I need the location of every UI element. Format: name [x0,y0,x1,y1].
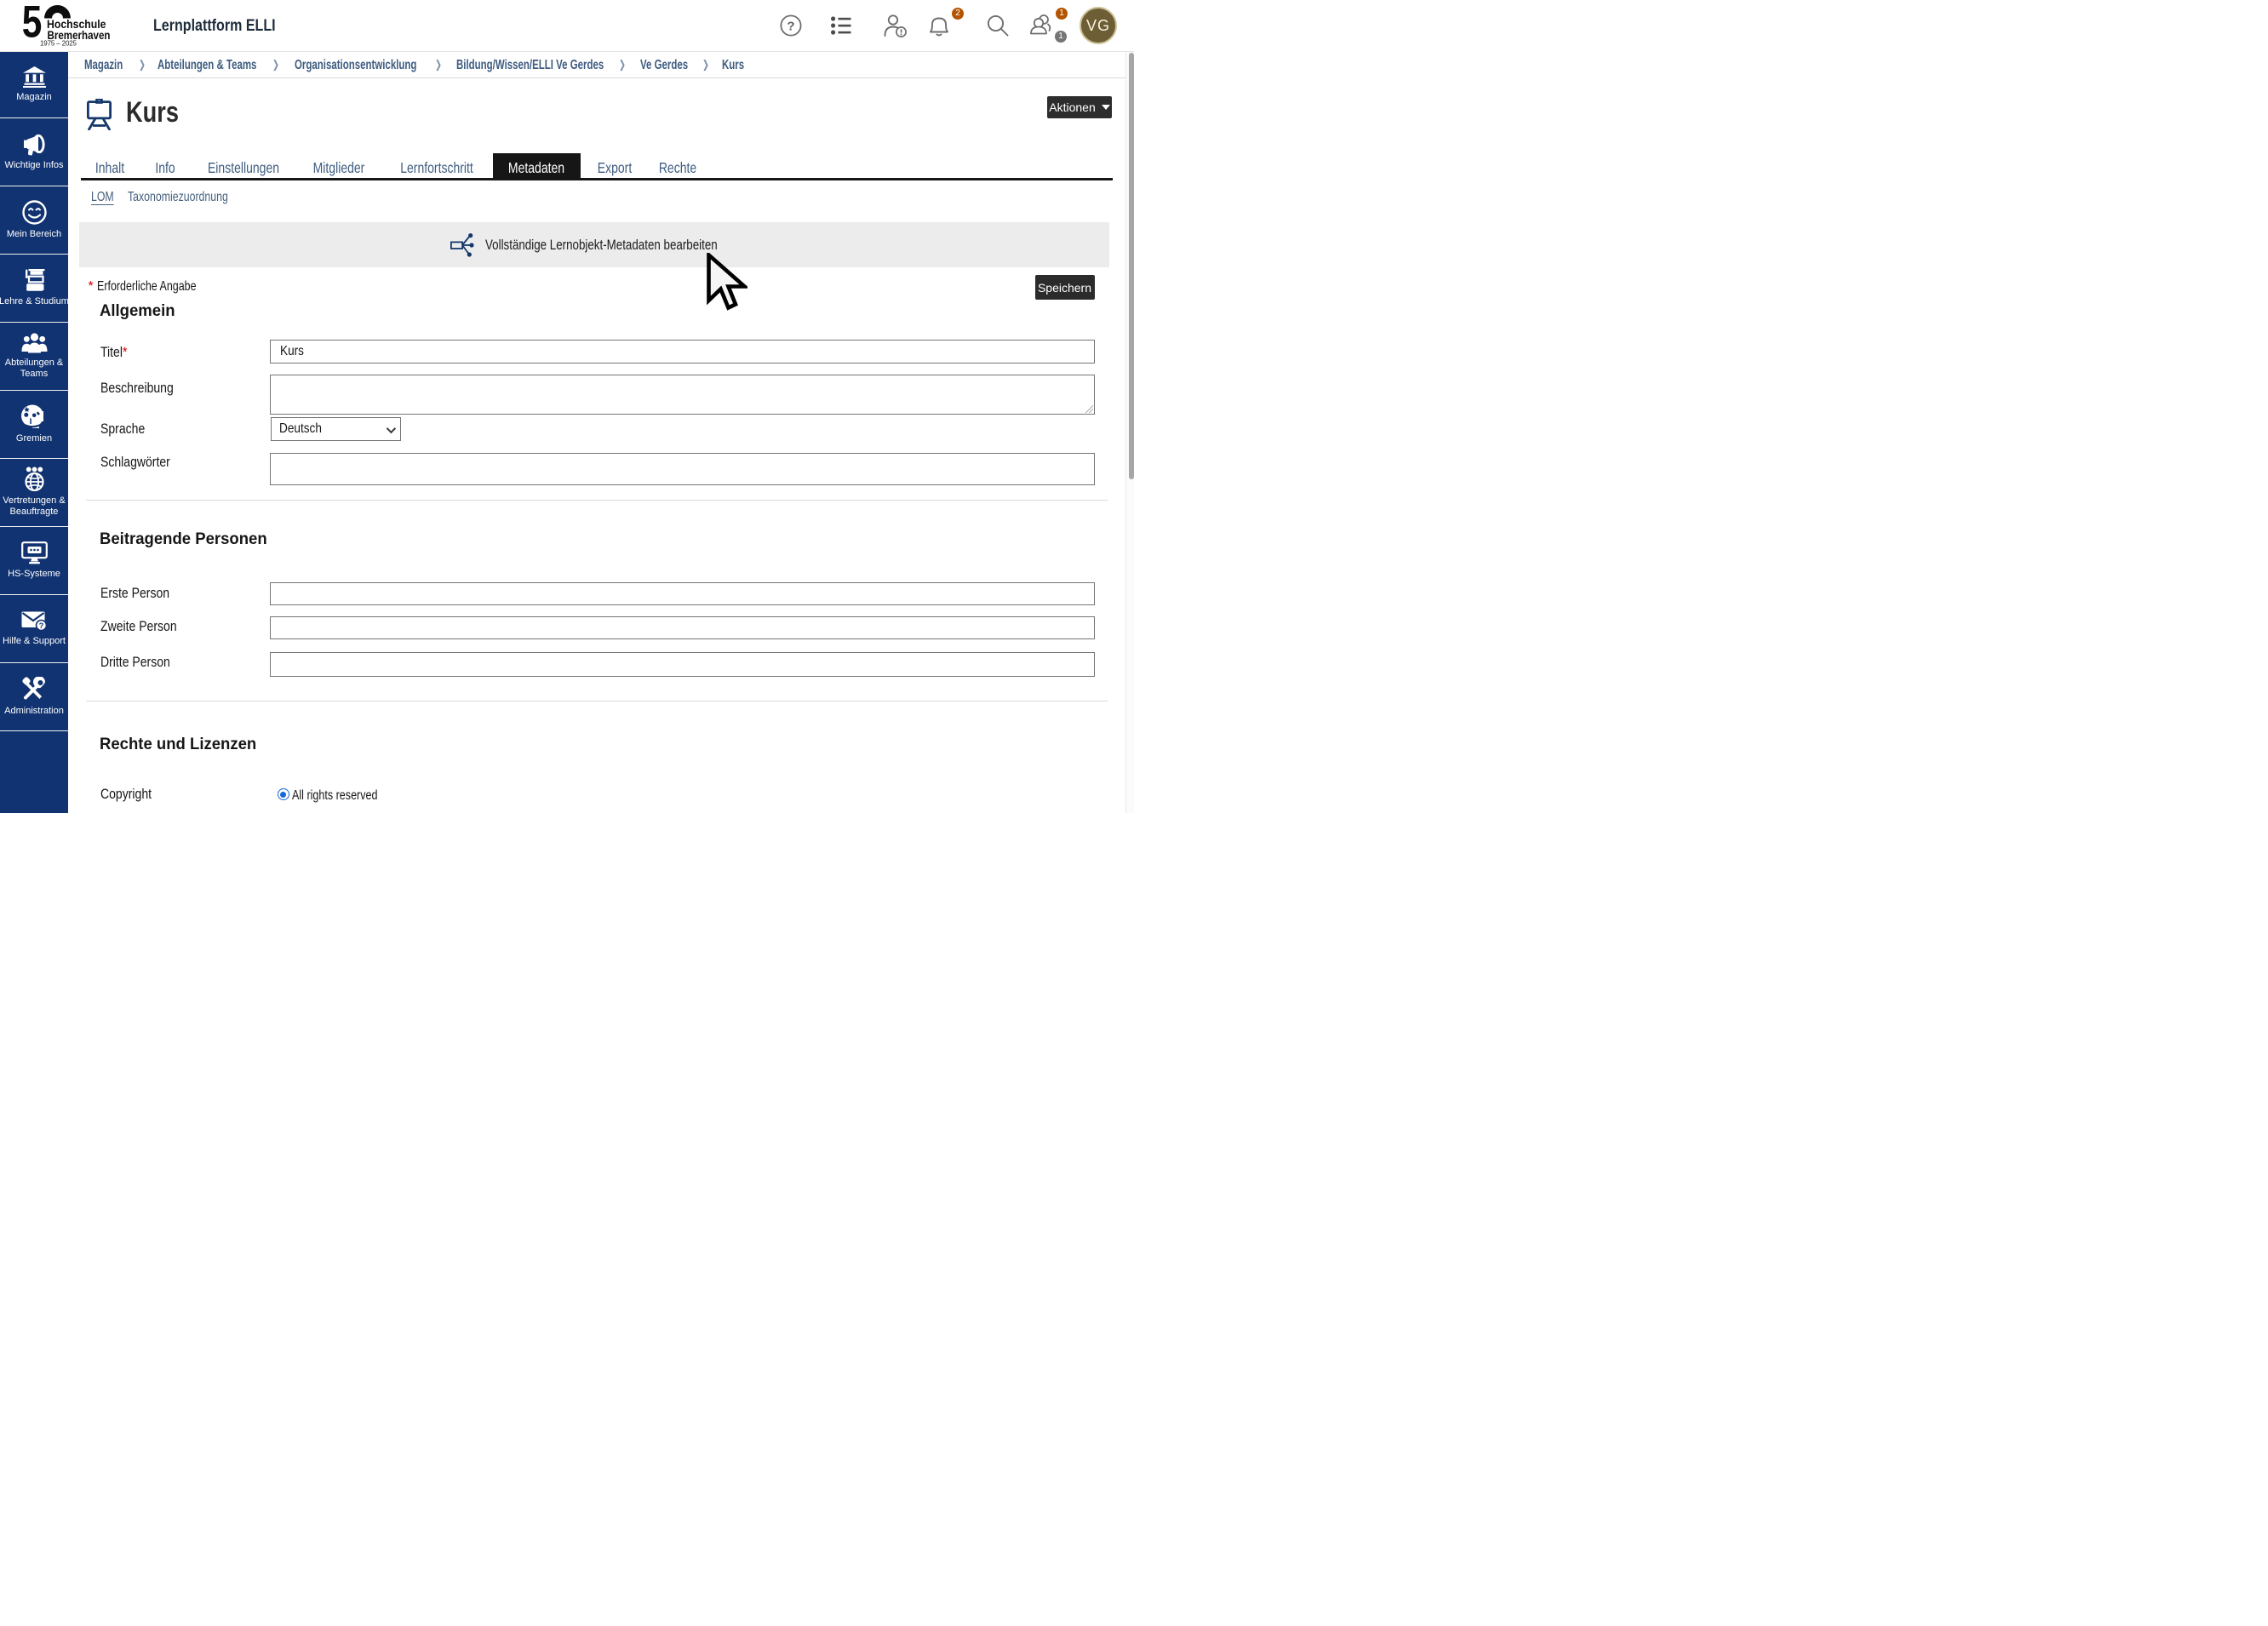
svg-text:1975 – 2025: 1975 – 2025 [40,40,77,48]
svg-text:?: ? [38,621,43,631]
svg-text:5: 5 [22,3,43,48]
svg-text:?: ? [787,20,794,34]
